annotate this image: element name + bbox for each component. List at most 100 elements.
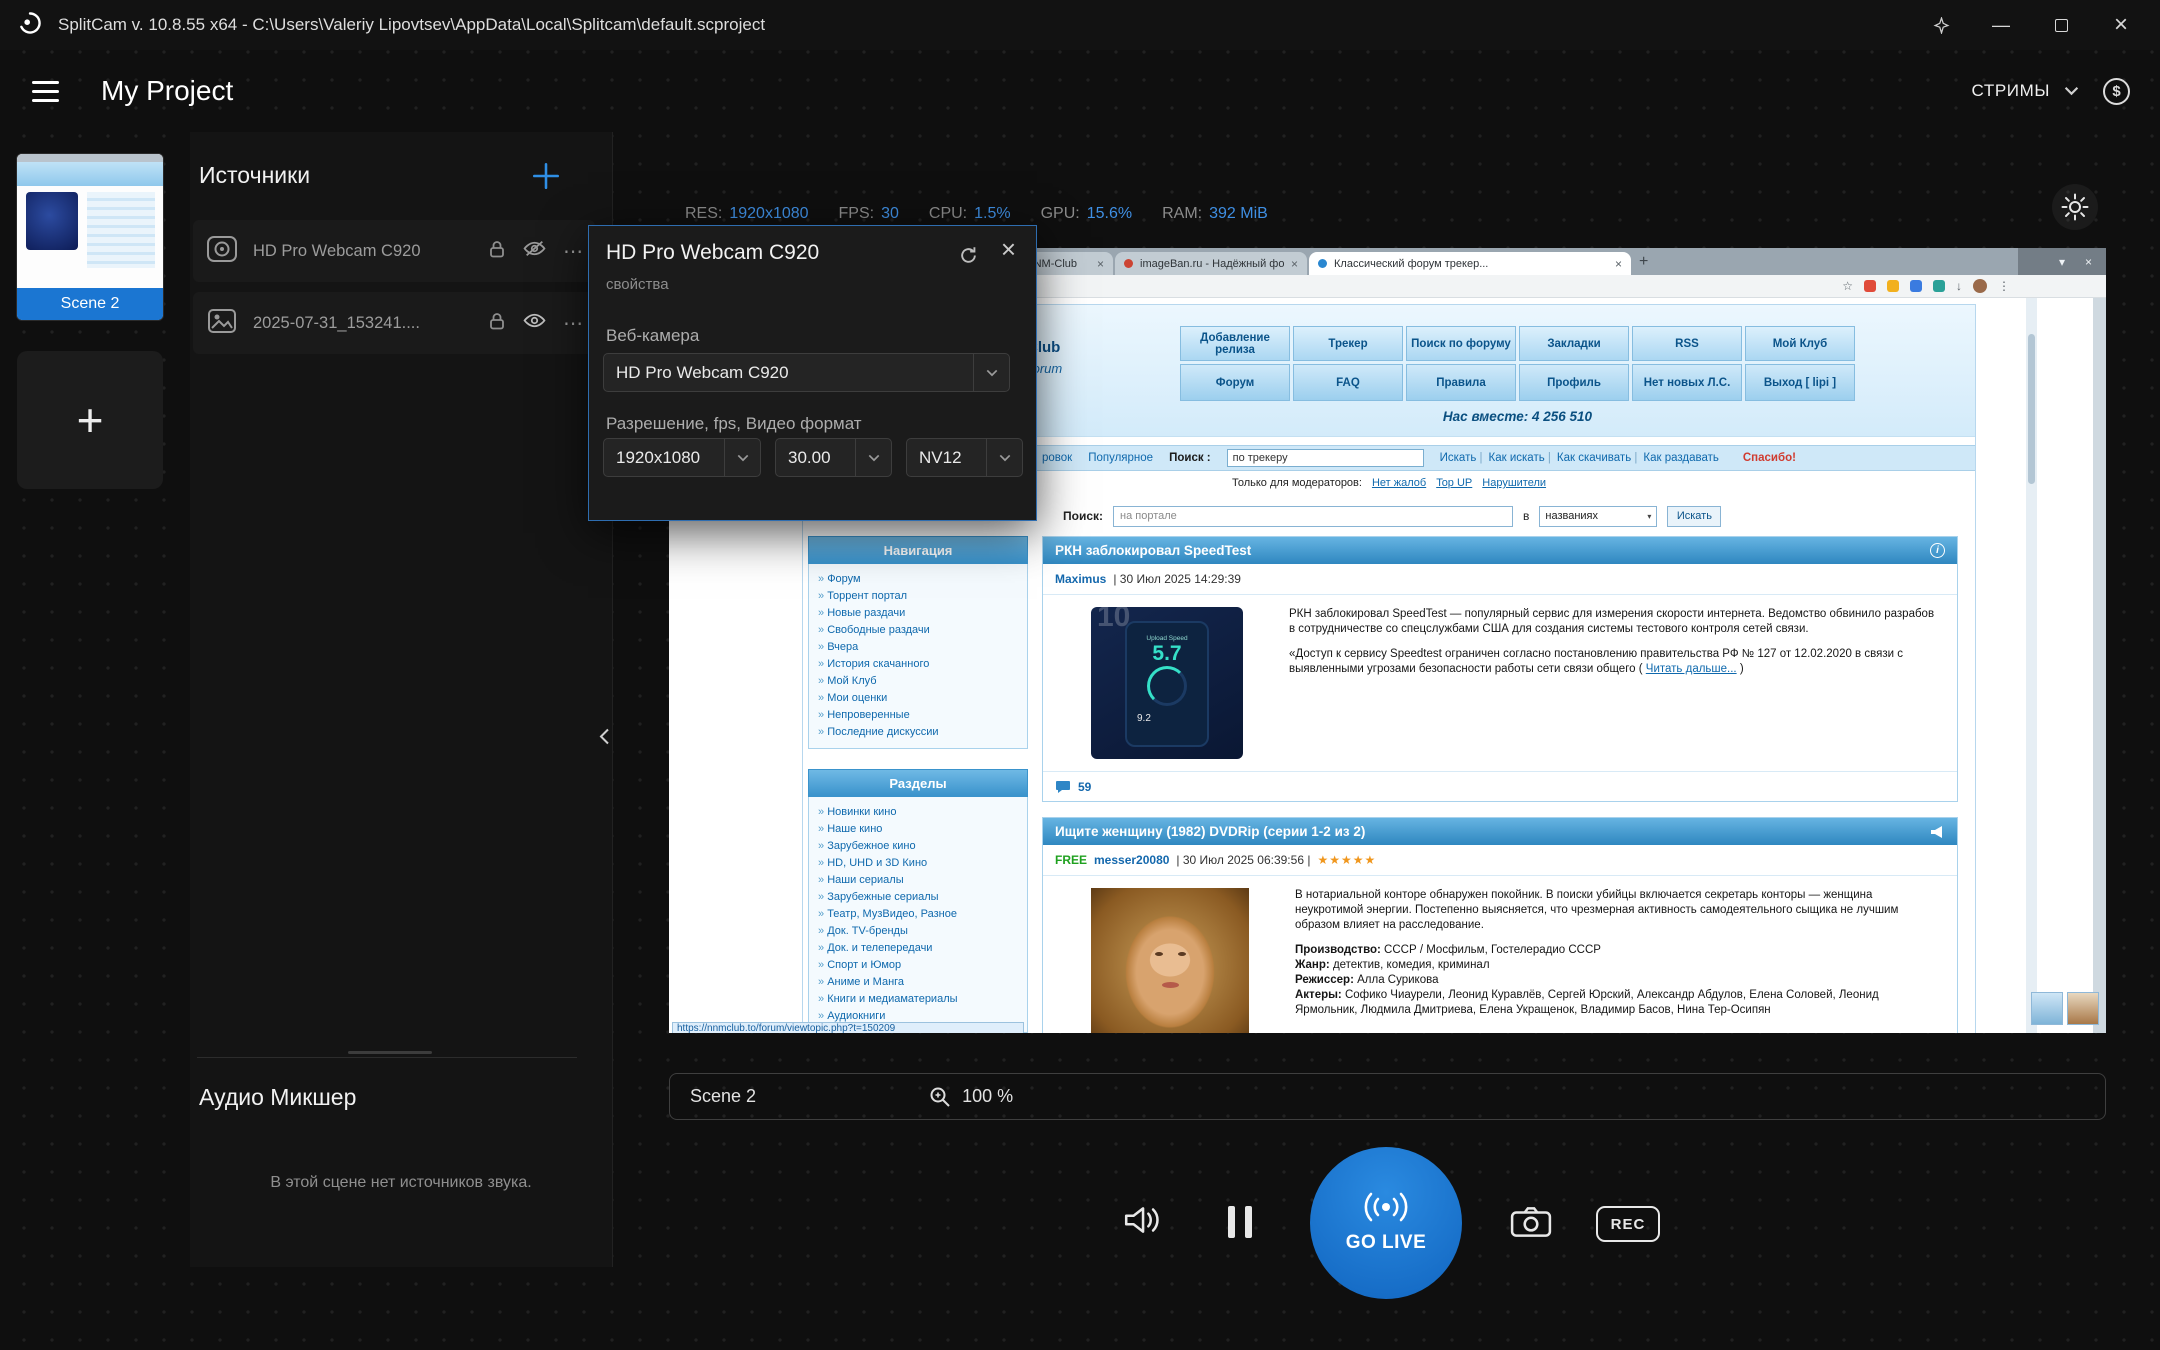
resolution-select[interactable]: 1920x1080 — [603, 438, 761, 477]
source-row-webcam[interactable]: HD Pro Webcam C920 ⋯ — [193, 220, 595, 282]
post-author: Maximus — [1055, 572, 1107, 586]
fps-select[interactable]: 30.00 — [775, 438, 892, 477]
format-label: Разрешение, fps, Видео формат — [606, 414, 862, 433]
forum-nav-cell: Нет новых Л.С. — [1632, 364, 1742, 401]
post-image-speedtest: 10 Upload Speed 5.7 9.2 — [1091, 607, 1243, 759]
share-icons: tfв — [1895, 572, 1945, 586]
lock-icon[interactable] — [488, 311, 506, 336]
forum-link: Как скачивать — [1557, 452, 1637, 464]
stat: RES: 1920x1080 — [685, 205, 809, 223]
scene-thumbnail[interactable]: Scene 2 — [16, 153, 164, 321]
add-scene-button[interactable]: + — [17, 351, 163, 489]
source-row-image[interactable]: 2025-07-31_153241.... ⋯ — [193, 292, 595, 354]
extension-icon — [1864, 280, 1876, 292]
forum-nav-item: Мои оценки — [818, 690, 1018, 707]
collapse-panel-icon[interactable] — [599, 728, 609, 750]
forum-search-input: по трекеру — [1226, 449, 1424, 467]
forum-sections-box: Разделы Новинки киноНаше киноЗарубежное … — [808, 769, 1028, 1033]
source-name: HD Pro Webcam C920 — [253, 241, 421, 260]
stat-value: 15.6% — [1086, 205, 1133, 222]
post-title-bar: Ищите женщину (1982) DVDRip (серии 1-2 и… — [1043, 818, 1957, 845]
forum-section-item: Новинки кино — [818, 804, 1018, 821]
pin-on-top-icon[interactable] — [1918, 0, 1964, 50]
scene-bar-name: Scene 2 — [690, 1086, 757, 1106]
audio-mixer-empty-text: В этой сцене нет источников звука. — [270, 1174, 532, 1191]
webcam-select[interactable]: HD Pro Webcam C920 — [603, 353, 1010, 392]
go-live-label: GO LIVE — [1345, 1232, 1427, 1253]
close-button[interactable]: × — [2098, 0, 2144, 50]
comment-count: 59 — [1078, 779, 1092, 794]
post-meta-row: FREE messer20080 | 30 Июл 2025 06:39:56 … — [1043, 845, 1957, 876]
forum-section-item: Зарубежные сериалы — [818, 889, 1018, 906]
browser-close-icon: × — [2084, 254, 2092, 269]
forum-nav-cell: Мой Клуб — [1745, 326, 1855, 361]
post-date: | 30 Июл 2025 06:39:56 | — [1176, 853, 1311, 867]
image-source-icon — [205, 304, 239, 343]
share-icon: в — [1935, 573, 1941, 585]
streams-dropdown[interactable]: СТРИМЫ — [1972, 81, 2079, 101]
sources-panel: Источники HD Pro Webcam C920 ⋯ 2025-07-3… — [190, 132, 613, 1267]
forum-portal-in: в — [1523, 509, 1530, 523]
banner-thumbnail — [2067, 992, 2099, 1025]
speaker-icon — [1124, 1207, 1159, 1233]
forum-portal-search-label: Поиск: — [1063, 509, 1104, 523]
add-source-button[interactable] — [530, 160, 562, 197]
forum-nav-cell: Форум — [1180, 364, 1290, 401]
forum-section-item: Аниме и Манга — [818, 974, 1018, 991]
maximize-button[interactable] — [2038, 0, 2084, 50]
more-icon[interactable]: ⋯ — [563, 239, 583, 264]
pause-button[interactable] — [1228, 1206, 1252, 1238]
chevron-down-icon — [855, 439, 891, 476]
post-body: 10 Upload Speed 5.7 9.2 РКН заблокировал… — [1043, 595, 1957, 771]
forum-navigation-title: Навигация — [808, 536, 1028, 564]
forum-link: Популярное — [1088, 452, 1154, 464]
forum-members-count: Нас вместе: 4 256 510 — [1442, 409, 1593, 424]
share-icon: t — [1900, 854, 1904, 866]
stat-label: RES: — [685, 205, 723, 222]
forum-section-item: Зарубежное кино — [818, 838, 1018, 855]
dialog-close-icon[interactable]: × — [1001, 234, 1016, 265]
chevron-down-icon — [986, 439, 1022, 476]
post-paragraph: РКН заблокировал SpeedTest — популярный … — [1289, 608, 1935, 635]
video-format-select[interactable]: NV12 — [906, 438, 1023, 477]
forum-nav-cell: Закладки — [1519, 326, 1629, 361]
menu-hamburger-icon[interactable] — [32, 80, 59, 102]
chevron-down-icon — [724, 439, 760, 476]
stat-value: 1.5% — [974, 205, 1011, 222]
brightness-button[interactable] — [2052, 184, 2098, 230]
maximize-icon — [2054, 18, 2068, 32]
forum-nav-cell: Правила — [1406, 364, 1516, 401]
post-date: | 30 Июл 2025 14:29:39 — [1113, 572, 1241, 586]
eye-icon[interactable] — [523, 312, 546, 334]
post-title-bar: РКН заблокировал SpeedTest i — [1043, 537, 1957, 564]
stat-label: FPS: — [838, 205, 875, 222]
splitcam-window: SplitCam v. 10.8.55 x64 - C:\Users\Valer… — [0, 0, 2160, 1350]
forum-nav-item: Свободные раздачи — [818, 622, 1018, 639]
forum-link: Нет жалоб — [1371, 477, 1427, 489]
chevron-down-icon — [2064, 87, 2079, 96]
post-paragraph: В нотариальной конторе обнаружен покойни… — [1295, 889, 1899, 931]
stat-label: RAM: — [1162, 205, 1203, 222]
panel-divider — [197, 1057, 577, 1058]
speaker-button[interactable] — [1122, 1202, 1162, 1243]
audio-mixer-heading: Аудио Микшер — [199, 1084, 357, 1110]
snapshot-button[interactable] — [1510, 1205, 1552, 1244]
scrollbar-thumb — [2028, 334, 2035, 484]
go-live-button[interactable]: GO LIVE — [1310, 1147, 1462, 1299]
browser-window-controls: ▾ × — [2018, 248, 2106, 275]
panel-resize-handle[interactable] — [348, 1051, 432, 1054]
record-button[interactable]: REC — [1596, 1206, 1660, 1242]
lock-icon[interactable] — [488, 239, 506, 264]
minimize-button[interactable]: — — [1978, 0, 2024, 50]
post-paragraph: «Доступ к сервису Speedtest ограничен со… — [1289, 648, 1903, 675]
more-icon[interactable]: ⋯ — [563, 311, 583, 336]
forum-nav-cell: Трекер — [1293, 326, 1403, 361]
donate-coin-icon[interactable]: $ — [2103, 77, 2130, 105]
page-scrollbar — [2026, 298, 2037, 1033]
forum-nav-cell: Поиск по форуму — [1406, 326, 1516, 361]
refresh-icon[interactable] — [959, 246, 978, 270]
forum-sections-title: Разделы — [808, 769, 1028, 797]
eye-off-icon[interactable] — [523, 240, 546, 262]
zoom-control[interactable]: 100 % — [928, 1085, 1013, 1109]
splitcam-logo-icon — [16, 9, 44, 42]
